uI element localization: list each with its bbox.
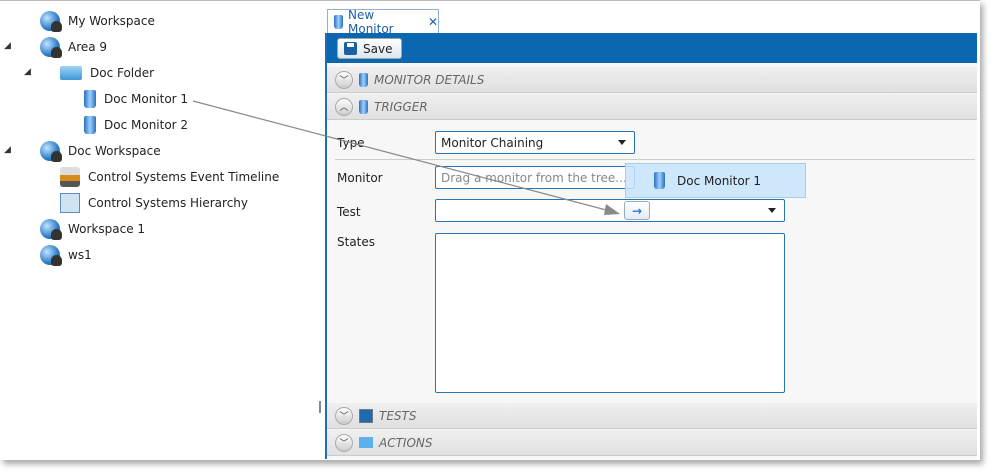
monitor-icon	[654, 172, 665, 189]
type-value: Monitor Chaining	[441, 135, 544, 150]
tree-item-area-9[interactable]: Area 9	[40, 36, 107, 58]
type-select[interactable]: Monitor Chaining	[435, 131, 635, 154]
chevron-down-icon[interactable]: ﹀	[335, 406, 353, 425]
drag-ghost-label: Doc Monitor 1	[677, 173, 762, 188]
tree-item-label: Control Systems Hierarchy	[88, 196, 249, 210]
tree-item-doc-folder[interactable]: Doc Folder	[60, 62, 154, 84]
hierarchy-icon	[60, 193, 80, 213]
test-select[interactable]	[435, 199, 785, 222]
save-label: Save	[363, 41, 393, 56]
monitor-icon	[84, 116, 96, 134]
section-title: TRIGGER	[374, 99, 428, 114]
tree-item-label: Doc Folder	[90, 66, 155, 80]
toolbar: Save	[327, 33, 977, 63]
trigger-icon	[359, 99, 368, 114]
section-monitor-details[interactable]: ﹀ MONITOR DETAILS	[327, 67, 977, 93]
workspace-icon	[40, 245, 62, 266]
section-title: TESTS	[379, 408, 417, 423]
tree-item-label: Workspace 1	[68, 222, 146, 236]
states-label: States	[337, 235, 376, 249]
panel-splitter[interactable]	[319, 401, 321, 413]
dropdown-arrow-icon	[768, 208, 776, 213]
tree-item-hierarchy[interactable]: Control Systems Hierarchy	[60, 192, 248, 214]
dropdown-arrow-icon	[618, 140, 626, 145]
workspace-icon	[40, 11, 62, 32]
expand-toggle-icon[interactable]: ◢	[24, 67, 31, 77]
workspace-icon	[40, 141, 62, 162]
tree-item-workspace-1[interactable]: Workspace 1	[40, 218, 145, 240]
tree-item-label: Control Systems Event Timeline	[88, 170, 280, 184]
chevron-down-icon[interactable]: ﹀	[335, 70, 353, 89]
type-label: Type	[337, 136, 365, 150]
app-window: My Workspace ◢ Area 9 ◢ Doc Folder Doc M…	[0, 0, 980, 460]
section-actions[interactable]: ﹀ ACTIONS	[327, 430, 977, 456]
monitor-placeholder: Drag a monitor from the tree...	[441, 170, 627, 185]
chevron-up-icon[interactable]: ︿	[335, 97, 353, 116]
tree-item-doc-monitor-2[interactable]: Doc Monitor 2	[84, 114, 188, 136]
monitor-icon	[84, 90, 96, 108]
tree-item-label: My Workspace	[68, 14, 155, 28]
envelope-icon	[359, 437, 373, 448]
monitor-icon	[334, 15, 343, 29]
save-icon	[344, 42, 357, 55]
divider	[335, 159, 975, 160]
workspace-icon	[40, 37, 62, 58]
tests-icon	[359, 408, 373, 423]
save-button[interactable]: Save	[337, 38, 402, 59]
monitor-label: Monitor	[337, 171, 383, 185]
tree-item-doc-monitor-1[interactable]: Doc Monitor 1	[84, 88, 188, 110]
chevron-down-icon[interactable]: ﹀	[335, 433, 353, 452]
monitor-icon	[359, 72, 368, 87]
arrow-right-icon: →	[631, 203, 643, 218]
tree-item-label: Area 9	[68, 40, 108, 54]
section-title: ACTIONS	[379, 435, 433, 450]
drag-ghost: Doc Monitor 1	[625, 163, 806, 198]
tree-item-doc-workspace[interactable]: Doc Workspace	[40, 140, 161, 162]
tree-item-my-workspace[interactable]: My Workspace	[40, 10, 155, 32]
expand-toggle-icon[interactable]: ◢	[4, 41, 11, 51]
expand-toggle-icon[interactable]: ◢	[4, 145, 11, 155]
section-tests[interactable]: ﹀ TESTS	[327, 403, 977, 429]
folder-icon	[60, 66, 82, 80]
timeline-icon	[60, 167, 80, 187]
monitor-drop-field[interactable]: Drag a monitor from the tree...	[435, 166, 635, 189]
states-textarea[interactable]	[435, 233, 785, 393]
tree-item-label: Doc Workspace	[68, 144, 161, 158]
tab-label: New Monitor	[348, 8, 394, 36]
section-trigger[interactable]: ︿ TRIGGER	[327, 94, 977, 120]
close-tab-icon[interactable]: ✕	[428, 15, 438, 29]
tree-item-label: ws1	[68, 248, 92, 262]
tree-item-label: Doc Monitor 2	[104, 118, 189, 132]
monitor-editor: Save ﹀ MONITOR DETAILS ︿ TRIGGER Type Moni…	[325, 33, 977, 459]
tree-item-label: Doc Monitor 1	[104, 92, 189, 106]
tree-item-event-timeline[interactable]: Control Systems Event Timeline	[60, 166, 279, 188]
section-title: MONITOR DETAILS	[374, 72, 485, 87]
workspace-icon	[40, 219, 62, 240]
test-label: Test	[337, 205, 361, 219]
go-button[interactable]: →	[624, 201, 650, 220]
tree-item-ws1[interactable]: ws1	[40, 244, 92, 266]
tab-new-monitor[interactable]: New Monitor ✕	[327, 8, 439, 36]
